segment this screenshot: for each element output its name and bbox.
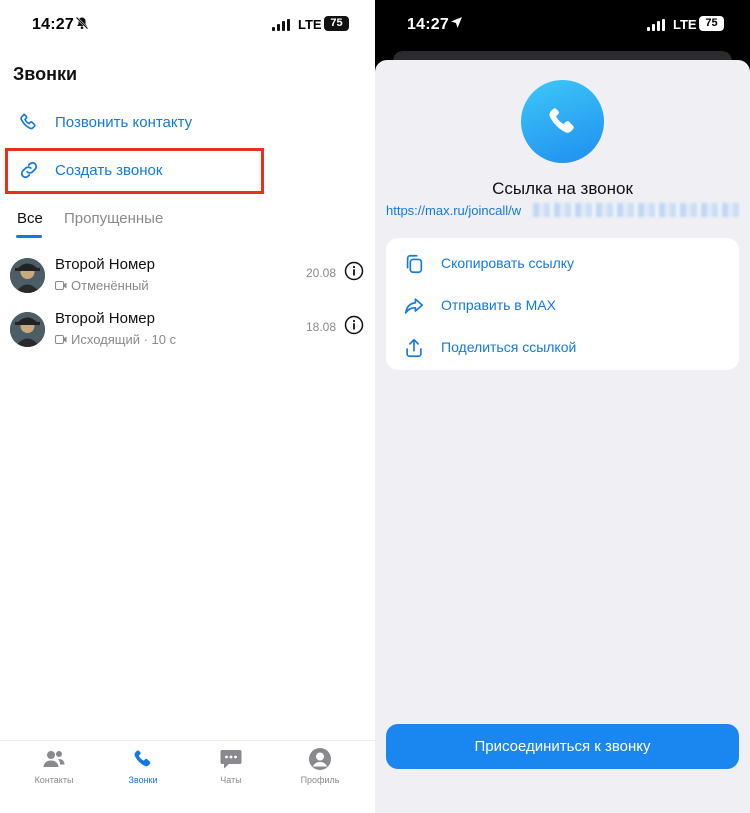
battery-icon: 75 — [324, 16, 349, 31]
link-redaction — [533, 203, 743, 217]
status-time: 14:27 — [407, 16, 449, 33]
bottom-nav: Контакты Звонки Чаты Профиль — [0, 740, 375, 813]
nav-label: Чаты — [220, 775, 242, 785]
nav-label: Контакты — [34, 775, 74, 785]
nav-label: Профиль — [300, 775, 340, 785]
nav-contacts[interactable]: Контакты — [19, 747, 89, 785]
send-to-max-label: Отправить в MAX — [441, 297, 556, 313]
contacts-icon — [42, 747, 66, 771]
nav-calls[interactable]: Звонки — [108, 747, 178, 785]
call-contact-button[interactable]: Позвонить контакту — [0, 100, 375, 144]
call-contact-label: Позвонить контакту — [55, 113, 193, 131]
call-link-screen: 14:27 LTE 75 Ссылка на звонок https://ma… — [375, 0, 750, 813]
status-bar: 14:27 LTE 75 — [0, 0, 375, 50]
calls-tabs: Все Пропущенные — [0, 205, 375, 239]
call-status: Исходящий · 10 с — [55, 332, 176, 347]
call-list-item[interactable]: Второй Номер Отменённый 20.08 — [0, 250, 375, 300]
call-link-sheet: Ссылка на звонок https://max.ru/joincall… — [375, 60, 750, 813]
calls-screen: 14:27 LTE 75 Звонки Позвонить контакту С… — [0, 0, 375, 813]
copy-icon — [403, 253, 425, 275]
network-type: LTE — [298, 17, 322, 32]
signal-icon — [272, 19, 292, 31]
video-icon — [55, 335, 67, 344]
avatar — [10, 258, 45, 293]
tab-all[interactable]: Все — [17, 210, 43, 227]
phone-icon — [549, 106, 574, 133]
copy-link-button[interactable]: Скопировать ссылку — [386, 242, 739, 284]
sheet-title: Ссылка на звонок — [492, 179, 633, 198]
call-list-item[interactable]: Второй Номер Исходящий · 10 с 18.08 — [0, 304, 375, 354]
call-date: 18.08 — [306, 320, 337, 334]
join-call-button[interactable]: Присоединиться к звонку — [386, 724, 739, 769]
highlight-frame — [5, 148, 264, 194]
tab-missed[interactable]: Пропущенные — [64, 210, 163, 227]
call-status: Отменённый — [55, 278, 149, 293]
info-icon[interactable] — [344, 261, 364, 281]
nav-chats[interactable]: Чаты — [196, 747, 266, 785]
share-link-button[interactable]: Поделиться ссылкой — [386, 326, 739, 368]
network-type: LTE — [673, 17, 697, 32]
call-status-text: Отменённый — [71, 278, 149, 293]
video-icon — [55, 281, 67, 290]
link-actions-card: Скопировать ссылку Отправить в MAX Подел… — [386, 238, 739, 370]
call-status-text: Исходящий · 10 с — [71, 332, 177, 347]
active-tab-indicator — [16, 235, 42, 238]
contact-name: Второй Номер — [55, 310, 155, 327]
send-to-max-button[interactable]: Отправить в MAX — [386, 284, 739, 326]
nav-label: Звонки — [128, 775, 158, 785]
signal-icon — [647, 19, 667, 31]
info-icon[interactable] — [344, 315, 364, 335]
battery-icon: 75 — [699, 16, 724, 31]
status-time: 14:27 — [32, 16, 74, 33]
call-link[interactable]: https://max.ru/joincall/w — [386, 203, 521, 218]
location-arrow-icon — [450, 16, 463, 32]
bell-slash-icon — [75, 16, 89, 33]
status-bar: 14:27 LTE 75 — [375, 0, 750, 50]
call-avatar — [521, 80, 604, 163]
share-link-label: Поделиться ссылкой — [441, 339, 577, 355]
avatar — [10, 312, 45, 347]
page-title: Звонки — [13, 64, 78, 84]
nav-profile[interactable]: Профиль — [285, 747, 355, 785]
copy-link-label: Скопировать ссылку — [441, 255, 575, 271]
phone-icon — [18, 111, 40, 133]
profile-icon — [308, 747, 332, 771]
forward-icon — [403, 295, 425, 317]
phone-icon — [131, 747, 155, 771]
share-icon — [403, 337, 425, 359]
call-date: 20.08 — [306, 266, 337, 280]
contact-name: Второй Номер — [55, 256, 155, 273]
chat-icon — [219, 747, 243, 771]
